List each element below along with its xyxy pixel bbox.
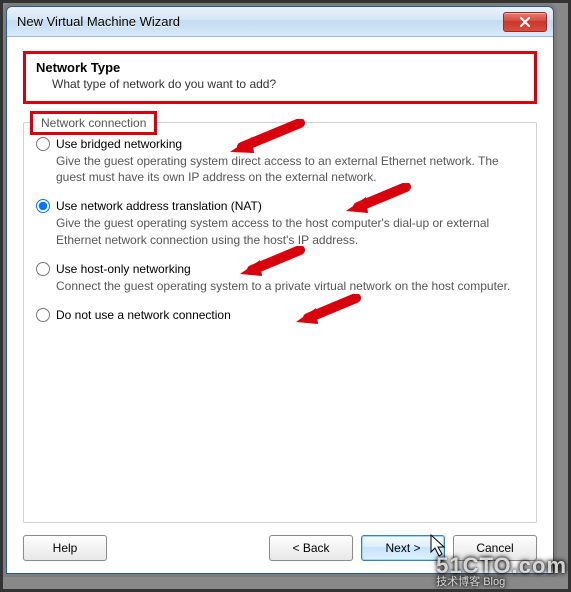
radio-nat[interactable] bbox=[36, 199, 50, 213]
page-subtitle: What type of network do you want to add? bbox=[52, 77, 524, 91]
option-none-row[interactable]: Do not use a network connection bbox=[36, 308, 524, 322]
titlebar: New Virtual Machine Wizard bbox=[7, 7, 553, 37]
close-button[interactable] bbox=[503, 12, 547, 32]
page-title: Network Type bbox=[36, 60, 524, 75]
option-nat-row[interactable]: Use network address translation (NAT) bbox=[36, 199, 524, 213]
option-nat-label: Use network address translation (NAT) bbox=[56, 199, 262, 213]
next-button[interactable]: Next > bbox=[361, 535, 445, 561]
option-nat: Use network address translation (NAT) Gi… bbox=[36, 199, 524, 247]
option-nat-desc: Give the guest operating system access t… bbox=[56, 215, 524, 247]
option-bridged-label: Use bridged networking bbox=[56, 137, 182, 151]
option-none-label: Do not use a network connection bbox=[56, 308, 231, 322]
option-bridged: Use bridged networking Give the guest op… bbox=[36, 137, 524, 185]
group-legend: Network connection bbox=[30, 111, 157, 135]
network-connection-group: Network connection Use bridged networkin… bbox=[23, 122, 537, 523]
client-area: Network Type What type of network do you… bbox=[7, 37, 553, 573]
option-hostonly: Use host-only networking Connect the gue… bbox=[36, 262, 524, 294]
option-hostonly-label: Use host-only networking bbox=[56, 262, 191, 276]
window-title: New Virtual Machine Wizard bbox=[17, 14, 503, 29]
watermark: 51CTO.com 技术博客 Blog bbox=[436, 555, 567, 588]
wizard-window: New Virtual Machine Wizard Network Type … bbox=[6, 6, 554, 574]
watermark-sub: 技术博客 Blog bbox=[436, 577, 567, 588]
back-button[interactable]: < Back bbox=[269, 535, 353, 561]
close-icon bbox=[519, 17, 531, 27]
help-button[interactable]: Help bbox=[23, 535, 107, 561]
radio-none[interactable] bbox=[36, 308, 50, 322]
page-header: Network Type What type of network do you… bbox=[23, 51, 537, 104]
radio-bridged[interactable] bbox=[36, 137, 50, 151]
option-bridged-desc: Give the guest operating system direct a… bbox=[56, 153, 524, 185]
option-hostonly-desc: Connect the guest operating system to a … bbox=[56, 278, 524, 294]
option-bridged-row[interactable]: Use bridged networking bbox=[36, 137, 524, 151]
radio-hostonly[interactable] bbox=[36, 262, 50, 276]
option-none: Do not use a network connection bbox=[36, 308, 524, 322]
option-hostonly-row[interactable]: Use host-only networking bbox=[36, 262, 524, 276]
watermark-main: 51CTO.com bbox=[436, 555, 567, 577]
